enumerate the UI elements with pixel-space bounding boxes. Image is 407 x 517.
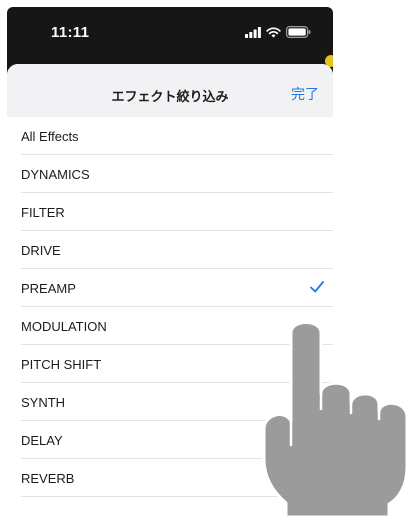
sheet-header: エフェクト絞り込み 完了 [7,64,333,117]
checkmark-icon [310,281,324,293]
filter-row-label: SYNTH [21,395,66,410]
filter-row-label: All Effects [21,129,79,144]
filter-row[interactable]: FILTER [21,193,333,231]
filter-row-label: REVERB [21,471,75,486]
status-bar: 11:11 [7,7,333,53]
filter-row-label: DYNAMICS [21,167,90,182]
filter-row-label: DRIVE [21,243,61,258]
done-button[interactable]: 完了 [291,84,319,104]
status-icons [245,26,311,38]
wifi-icon [266,26,281,38]
pointing-hand-icon [262,321,407,517]
battery-icon [286,26,311,38]
filter-row[interactable]: DRIVE [21,231,333,269]
status-time: 11:11 [51,24,90,41]
filter-row[interactable]: All Effects [21,117,333,155]
cellular-signal-icon [245,26,261,38]
filter-row-label: PITCH SHIFT [21,357,102,372]
filter-row[interactable]: DYNAMICS [21,155,333,193]
filter-row-label: MODULATION [21,319,107,334]
filter-row-label: DELAY [21,433,63,448]
sheet-title: エフェクト絞り込み [111,89,229,104]
filter-row-label: PREAMP [21,281,76,296]
filter-row-label: FILTER [21,205,65,220]
